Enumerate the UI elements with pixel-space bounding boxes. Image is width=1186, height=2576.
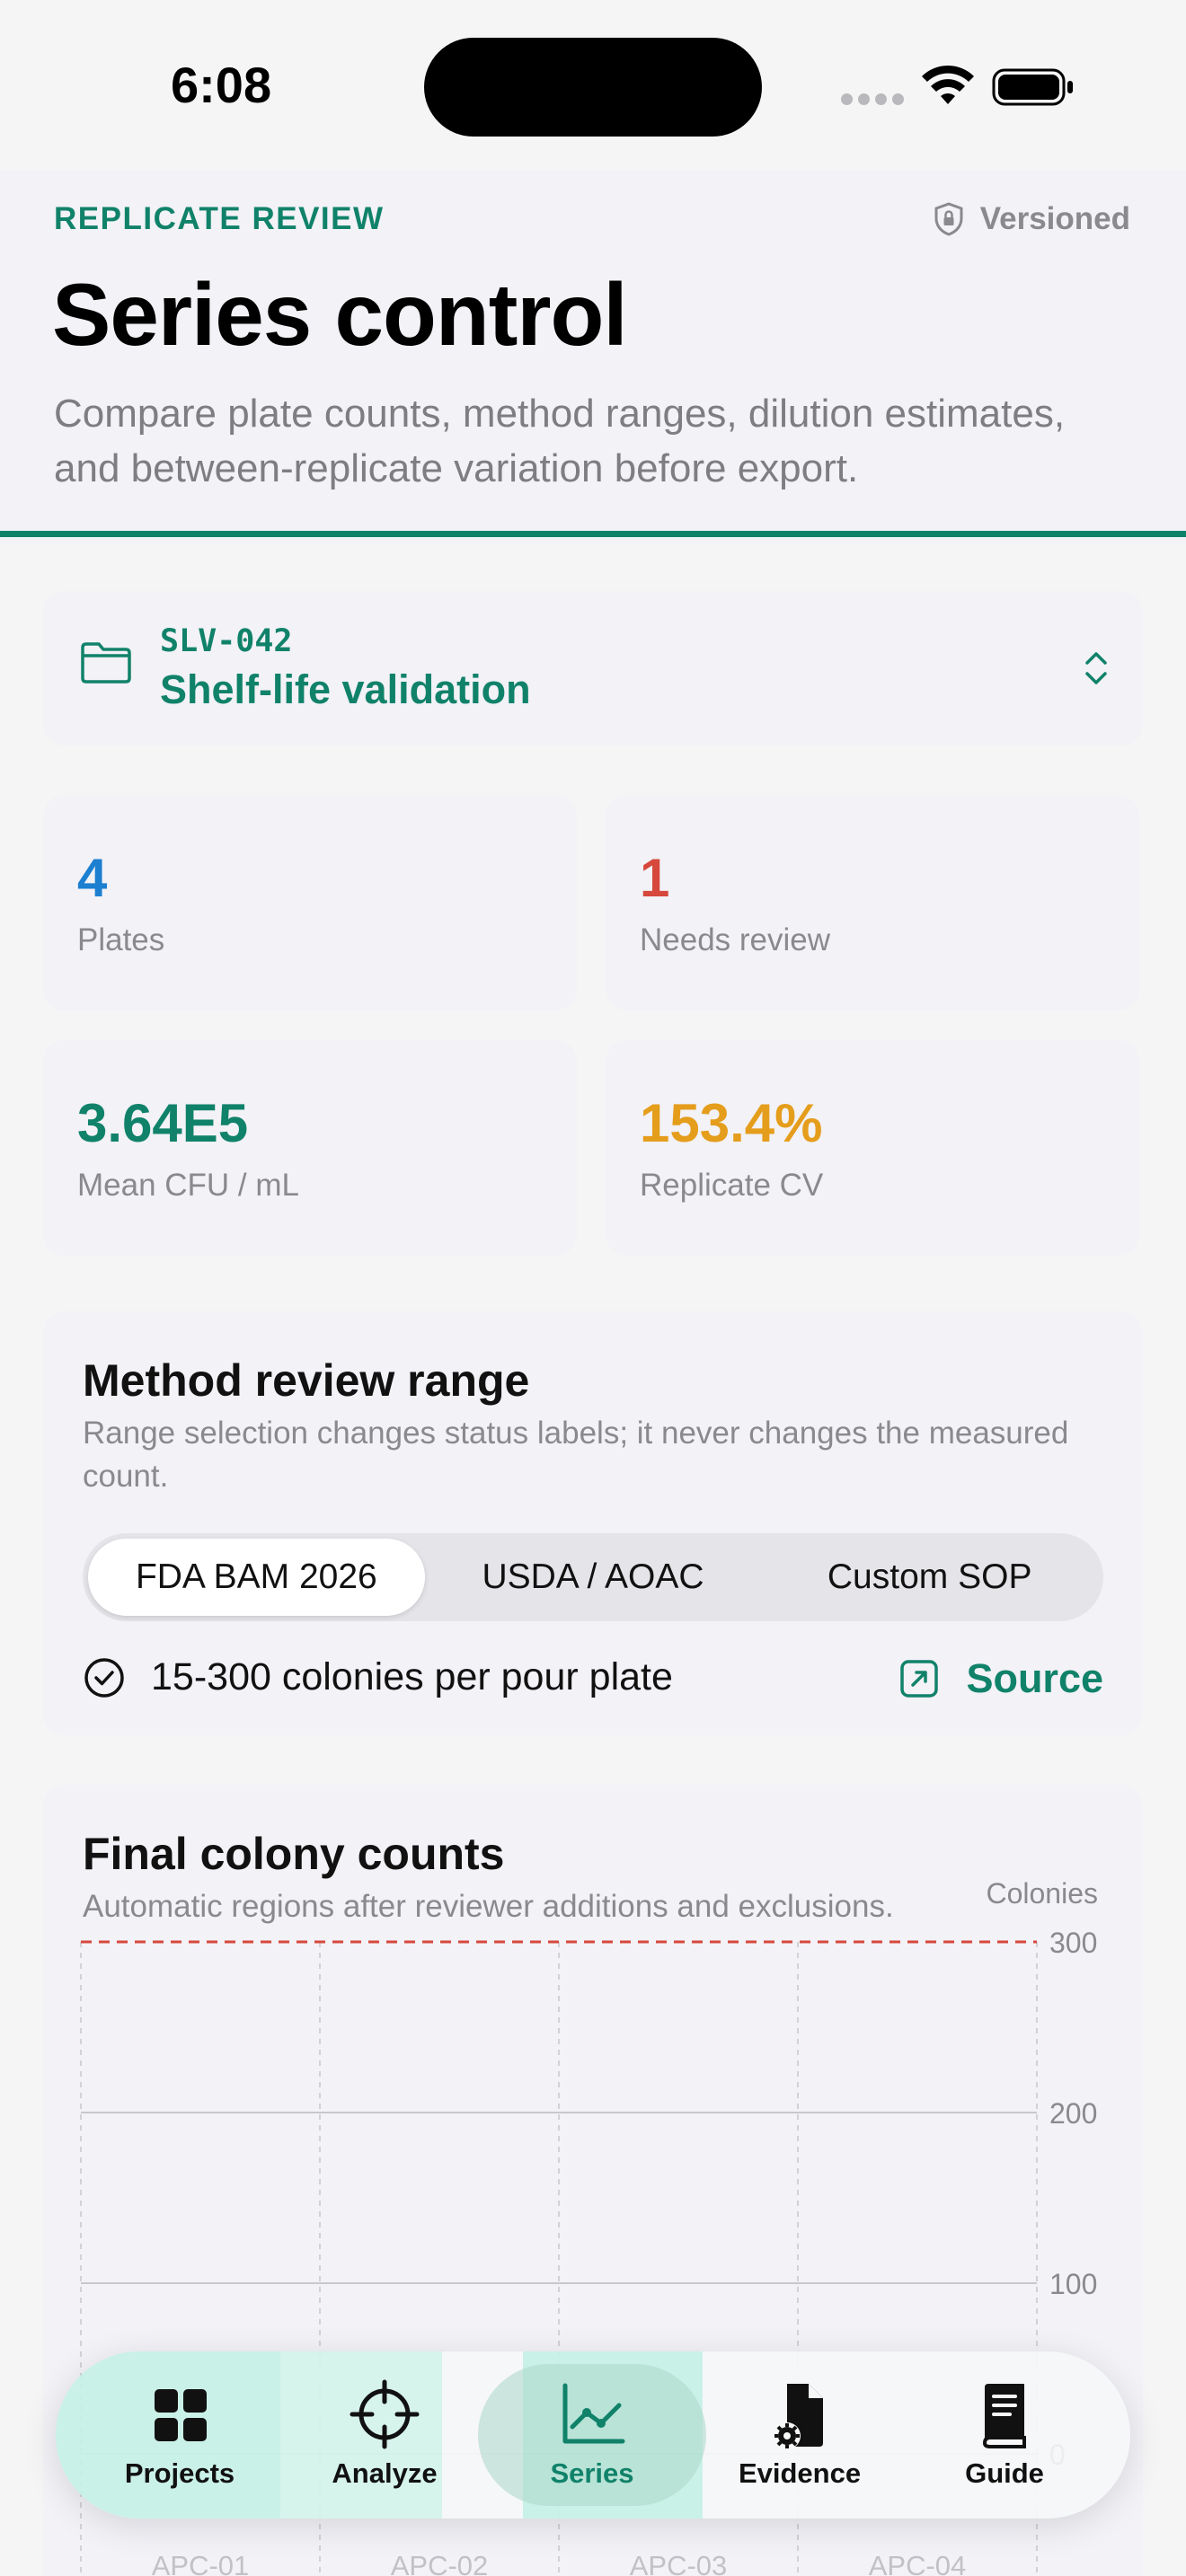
- dynamic-island: [424, 38, 762, 137]
- page-header: REPLICATE REVIEW Versioned Series contro…: [0, 171, 1186, 537]
- tab-evidence[interactable]: Evidence: [701, 2378, 898, 2495]
- tab-label: Guide: [965, 2457, 1044, 2489]
- tab-label: Analyze: [332, 2457, 438, 2489]
- tab-analyze[interactable]: Analyze: [286, 2378, 483, 2495]
- grid-icon: [155, 2389, 207, 2441]
- shield-lock-icon: [934, 202, 963, 236]
- y-tick-label: 300: [1049, 1927, 1097, 1959]
- page-title: Series control: [52, 265, 628, 364]
- y-tick-label: 200: [1049, 2097, 1097, 2130]
- section-title: Method review range: [83, 1355, 530, 1406]
- eyebrow-label: REPLICATE REVIEW: [54, 201, 385, 236]
- checkmark-circle-icon: [84, 1657, 124, 1698]
- tab-bar: Projects Analyze Series Evidence Guide: [56, 2351, 1130, 2519]
- project-selector[interactable]: SLV-042 Shelf-life validation: [43, 591, 1143, 745]
- line-chart-icon: [562, 2383, 625, 2444]
- tab-series[interactable]: Series: [493, 2378, 691, 2495]
- wifi-icon: [922, 65, 974, 104]
- stat-replicate-cv: 153.4% Replicate CV: [606, 1040, 1139, 1256]
- cellular-signal-icon: [841, 93, 904, 105]
- stat-mean-cfu: 3.64E5 Mean CFU / mL: [43, 1040, 577, 1256]
- stat-value: 1: [640, 848, 670, 908]
- segment-usda-aoac[interactable]: USDA / AOAC: [425, 1539, 762, 1616]
- stat-plates: 4 Plates: [43, 795, 577, 1010]
- stat-label: Needs review: [640, 922, 831, 957]
- chevron-up-down-icon: [1085, 652, 1107, 684]
- main-content: SLV-042 Shelf-life validation 4 Plates 1…: [0, 543, 1186, 2576]
- x-tick-label: APC-02: [391, 2550, 489, 2576]
- source-label: Source: [966, 1655, 1103, 1701]
- project-name: Shelf-life validation: [160, 666, 531, 712]
- source-link[interactable]: Source: [899, 1655, 1103, 1702]
- versioned-label: Versioned: [979, 201, 1130, 236]
- stat-value: 153.4%: [640, 1093, 823, 1153]
- tab-projects[interactable]: Projects: [81, 2378, 279, 2495]
- tab-label: Series: [550, 2457, 634, 2489]
- tab-guide[interactable]: Guide: [906, 2378, 1103, 2495]
- x-tick-label: APC-01: [152, 2550, 250, 2576]
- method-segmented-control: FDA BAM 2026 USDA / AOAC Custom SOP: [83, 1533, 1103, 1621]
- tab-label: Evidence: [738, 2457, 862, 2489]
- section-subtitle: Range selection changes status labels; i…: [83, 1416, 1069, 1494]
- folder-icon: [81, 642, 131, 684]
- crosshair-icon: [350, 2379, 420, 2449]
- x-tick-label: APC-04: [869, 2550, 967, 2576]
- stat-label: Plates: [77, 922, 165, 957]
- status-bar: 6:08: [0, 0, 1186, 171]
- document-gear-icon: [774, 2384, 823, 2449]
- tab-label: Projects: [124, 2457, 235, 2489]
- project-code: SLV-042: [160, 623, 293, 659]
- segment-fda-bam[interactable]: FDA BAM 2026: [88, 1539, 425, 1616]
- battery-icon: [992, 68, 1073, 106]
- book-icon: [983, 2384, 1026, 2448]
- y-tick-label: 100: [1049, 2268, 1097, 2300]
- stat-value: 4: [77, 848, 108, 908]
- segment-custom-sop[interactable]: Custom SOP: [761, 1539, 1098, 1616]
- method-review-card: Method review range Range selection chan…: [43, 1311, 1143, 1735]
- stat-label: Mean CFU / mL: [77, 1168, 299, 1203]
- y-axis-title: Colonies: [986, 1877, 1098, 1910]
- page-subtitle: Compare plate counts, method ranges, dil…: [54, 392, 1066, 490]
- x-tick-label: APC-03: [630, 2550, 728, 2576]
- external-link-icon: [900, 1660, 939, 1698]
- range-row: 15-300 colonies per pour plate: [83, 1655, 673, 1699]
- stat-needs-review: 1 Needs review: [606, 795, 1139, 1010]
- versioned-badge: Versioned: [934, 201, 1130, 237]
- stat-value: 3.64E5: [77, 1093, 249, 1153]
- stat-label: Replicate CV: [640, 1168, 824, 1203]
- range-text: 15-300 colonies per pour plate: [151, 1655, 673, 1698]
- status-time: 6:08: [171, 57, 272, 113]
